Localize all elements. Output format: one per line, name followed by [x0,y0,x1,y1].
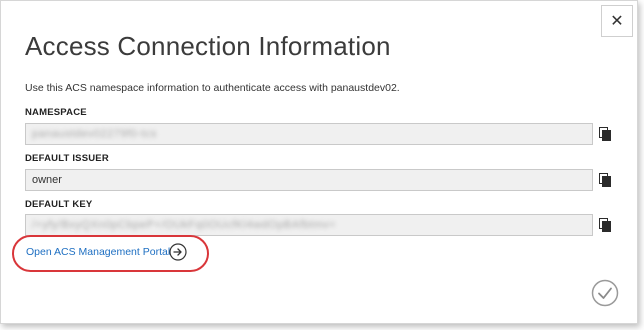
copy-icon [599,218,611,232]
default-issuer-value: owner [32,174,62,186]
dialog-title: Access Connection Information [25,31,391,61]
copy-icon [599,173,611,187]
namespace-field[interactable]: panaustdev02279f0-tcs [25,123,593,145]
copy-key-button[interactable] [595,214,615,236]
copy-namespace-button[interactable] [595,123,615,145]
copy-icon [599,127,611,141]
arrow-circle-icon[interactable] [169,243,187,261]
default-issuer-label: DEFAULT ISSUER [25,153,109,164]
namespace-value: panaustdev02279f0-tcs [32,128,157,140]
open-acs-portal-link[interactable]: Open ACS Management Portal [26,246,170,258]
default-key-value: /+yfy/BxyQXn0pCbpeP+/OUkFq0OUcfKl4wdOpBA… [32,219,336,231]
default-key-label: DEFAULT KEY [25,199,93,210]
default-key-field[interactable]: /+yfy/BxyQXn0pCbpeP+/OUkFq0OUcfKl4wdOpBA… [25,214,593,236]
close-icon: ✕ [610,13,624,30]
close-button[interactable]: ✕ [601,5,633,37]
default-issuer-field[interactable]: owner [25,169,593,191]
copy-issuer-button[interactable] [595,169,615,191]
namespace-label: NAMESPACE [25,107,87,118]
intro-text: Use this ACS namespace information to au… [25,82,400,94]
dialog: ✕ Access Connection Information Use this… [0,0,638,324]
checkmark-icon[interactable] [591,279,619,307]
